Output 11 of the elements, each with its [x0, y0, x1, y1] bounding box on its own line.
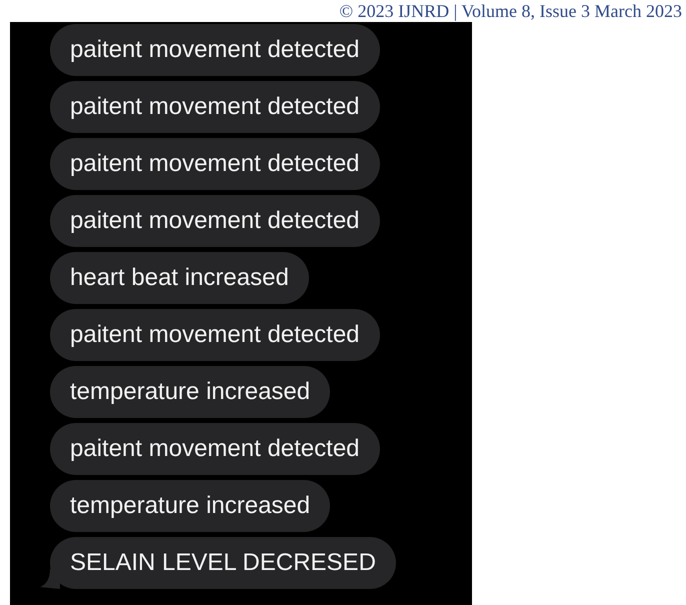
message-bubble: paitent movement detected	[50, 24, 380, 76]
message-bubble: temperature increased	[50, 366, 330, 418]
bubble-tail	[38, 569, 62, 589]
message-bubble: heart beat increased	[50, 252, 309, 304]
message-bubble: paitent movement detected	[50, 195, 380, 247]
message-bubble: paitent movement detected	[50, 423, 380, 475]
message-bubble: paitent movement detected	[50, 138, 380, 190]
page-header: © 2023 IJNRD | Volume 8, Issue 3 March 2023	[339, 2, 682, 20]
message-bubble: paitent movement detected	[50, 309, 380, 361]
message-bubble: paitent movement detected	[50, 81, 380, 133]
message-bubble: temperature increased	[50, 480, 330, 532]
